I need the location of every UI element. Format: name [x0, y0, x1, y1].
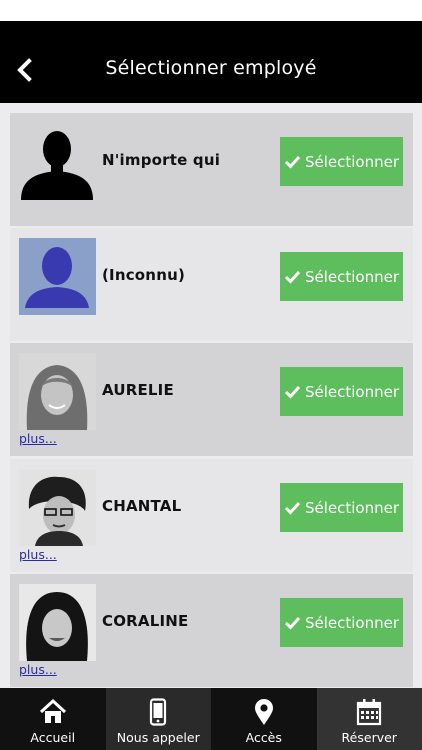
tab-label: Réserver	[341, 730, 397, 745]
employee-name: CORALINE	[102, 612, 189, 630]
check-icon	[284, 616, 301, 630]
employee-photo	[19, 584, 96, 661]
status-bar	[0, 0, 422, 21]
map-pin-icon	[254, 699, 273, 725]
tab-bar: Accueil Nous appeler Accès Réserver	[0, 688, 422, 750]
select-button[interactable]: Sélectionner	[280, 252, 403, 301]
select-button[interactable]: Sélectionner	[280, 137, 403, 186]
select-button-label: Sélectionner	[304, 382, 400, 401]
more-link[interactable]: plus...	[19, 547, 57, 562]
employee-list[interactable]: N'importe qui Sélectionner (Inconnu) Sél…	[0, 103, 422, 688]
employee-name: AURELIE	[102, 381, 174, 399]
calendar-icon	[357, 699, 382, 726]
tab-acces[interactable]: Accès	[211, 688, 317, 750]
check-icon	[284, 385, 301, 399]
employee-row: (Inconnu) Sélectionner	[10, 228, 413, 341]
select-button[interactable]: Sélectionner	[280, 598, 403, 647]
employee-row: AURELIE Sélectionner plus...	[10, 343, 413, 456]
avatar	[19, 469, 96, 546]
avatar	[19, 238, 96, 315]
select-button-label: Sélectionner	[304, 152, 400, 171]
tab-label: Accès	[245, 730, 282, 745]
tab-reserver[interactable]: Réserver	[316, 688, 422, 750]
phone-icon	[150, 698, 167, 726]
employee-row: CORALINE Sélectionner plus...	[10, 574, 413, 687]
select-button[interactable]: Sélectionner	[280, 483, 403, 532]
select-button-label: Sélectionner	[304, 498, 400, 517]
more-link[interactable]: plus...	[19, 662, 57, 677]
employee-name: (Inconnu)	[102, 266, 186, 284]
avatar	[19, 123, 96, 200]
tab-nous-appeler[interactable]: Nous appeler	[105, 688, 211, 750]
employee-row: CHANTAL Sélectionner plus...	[10, 459, 413, 572]
more-link[interactable]: plus...	[19, 431, 57, 446]
select-button-label: Sélectionner	[304, 613, 400, 632]
select-button[interactable]: Sélectionner	[280, 367, 403, 416]
tab-label: Accueil	[30, 730, 76, 745]
unknown-person-icon	[19, 238, 96, 315]
employee-row: N'importe qui Sélectionner	[10, 113, 413, 226]
employee-photo	[19, 469, 96, 546]
tab-accueil[interactable]: Accueil	[0, 688, 106, 750]
employee-name: N'importe qui	[102, 151, 221, 169]
person-silhouette-icon	[21, 131, 93, 200]
page-title: Sélectionner employé	[105, 57, 317, 79]
avatar	[19, 353, 96, 430]
check-icon	[284, 155, 301, 169]
home-icon	[39, 698, 66, 723]
app-header: Sélectionner employé	[0, 21, 422, 103]
check-icon	[284, 270, 301, 284]
employee-name: CHANTAL	[102, 497, 182, 515]
select-button-label: Sélectionner	[304, 267, 400, 286]
avatar	[19, 584, 96, 661]
check-icon	[284, 501, 301, 515]
employee-photo	[19, 353, 96, 430]
tab-label: Nous appeler	[116, 730, 200, 745]
